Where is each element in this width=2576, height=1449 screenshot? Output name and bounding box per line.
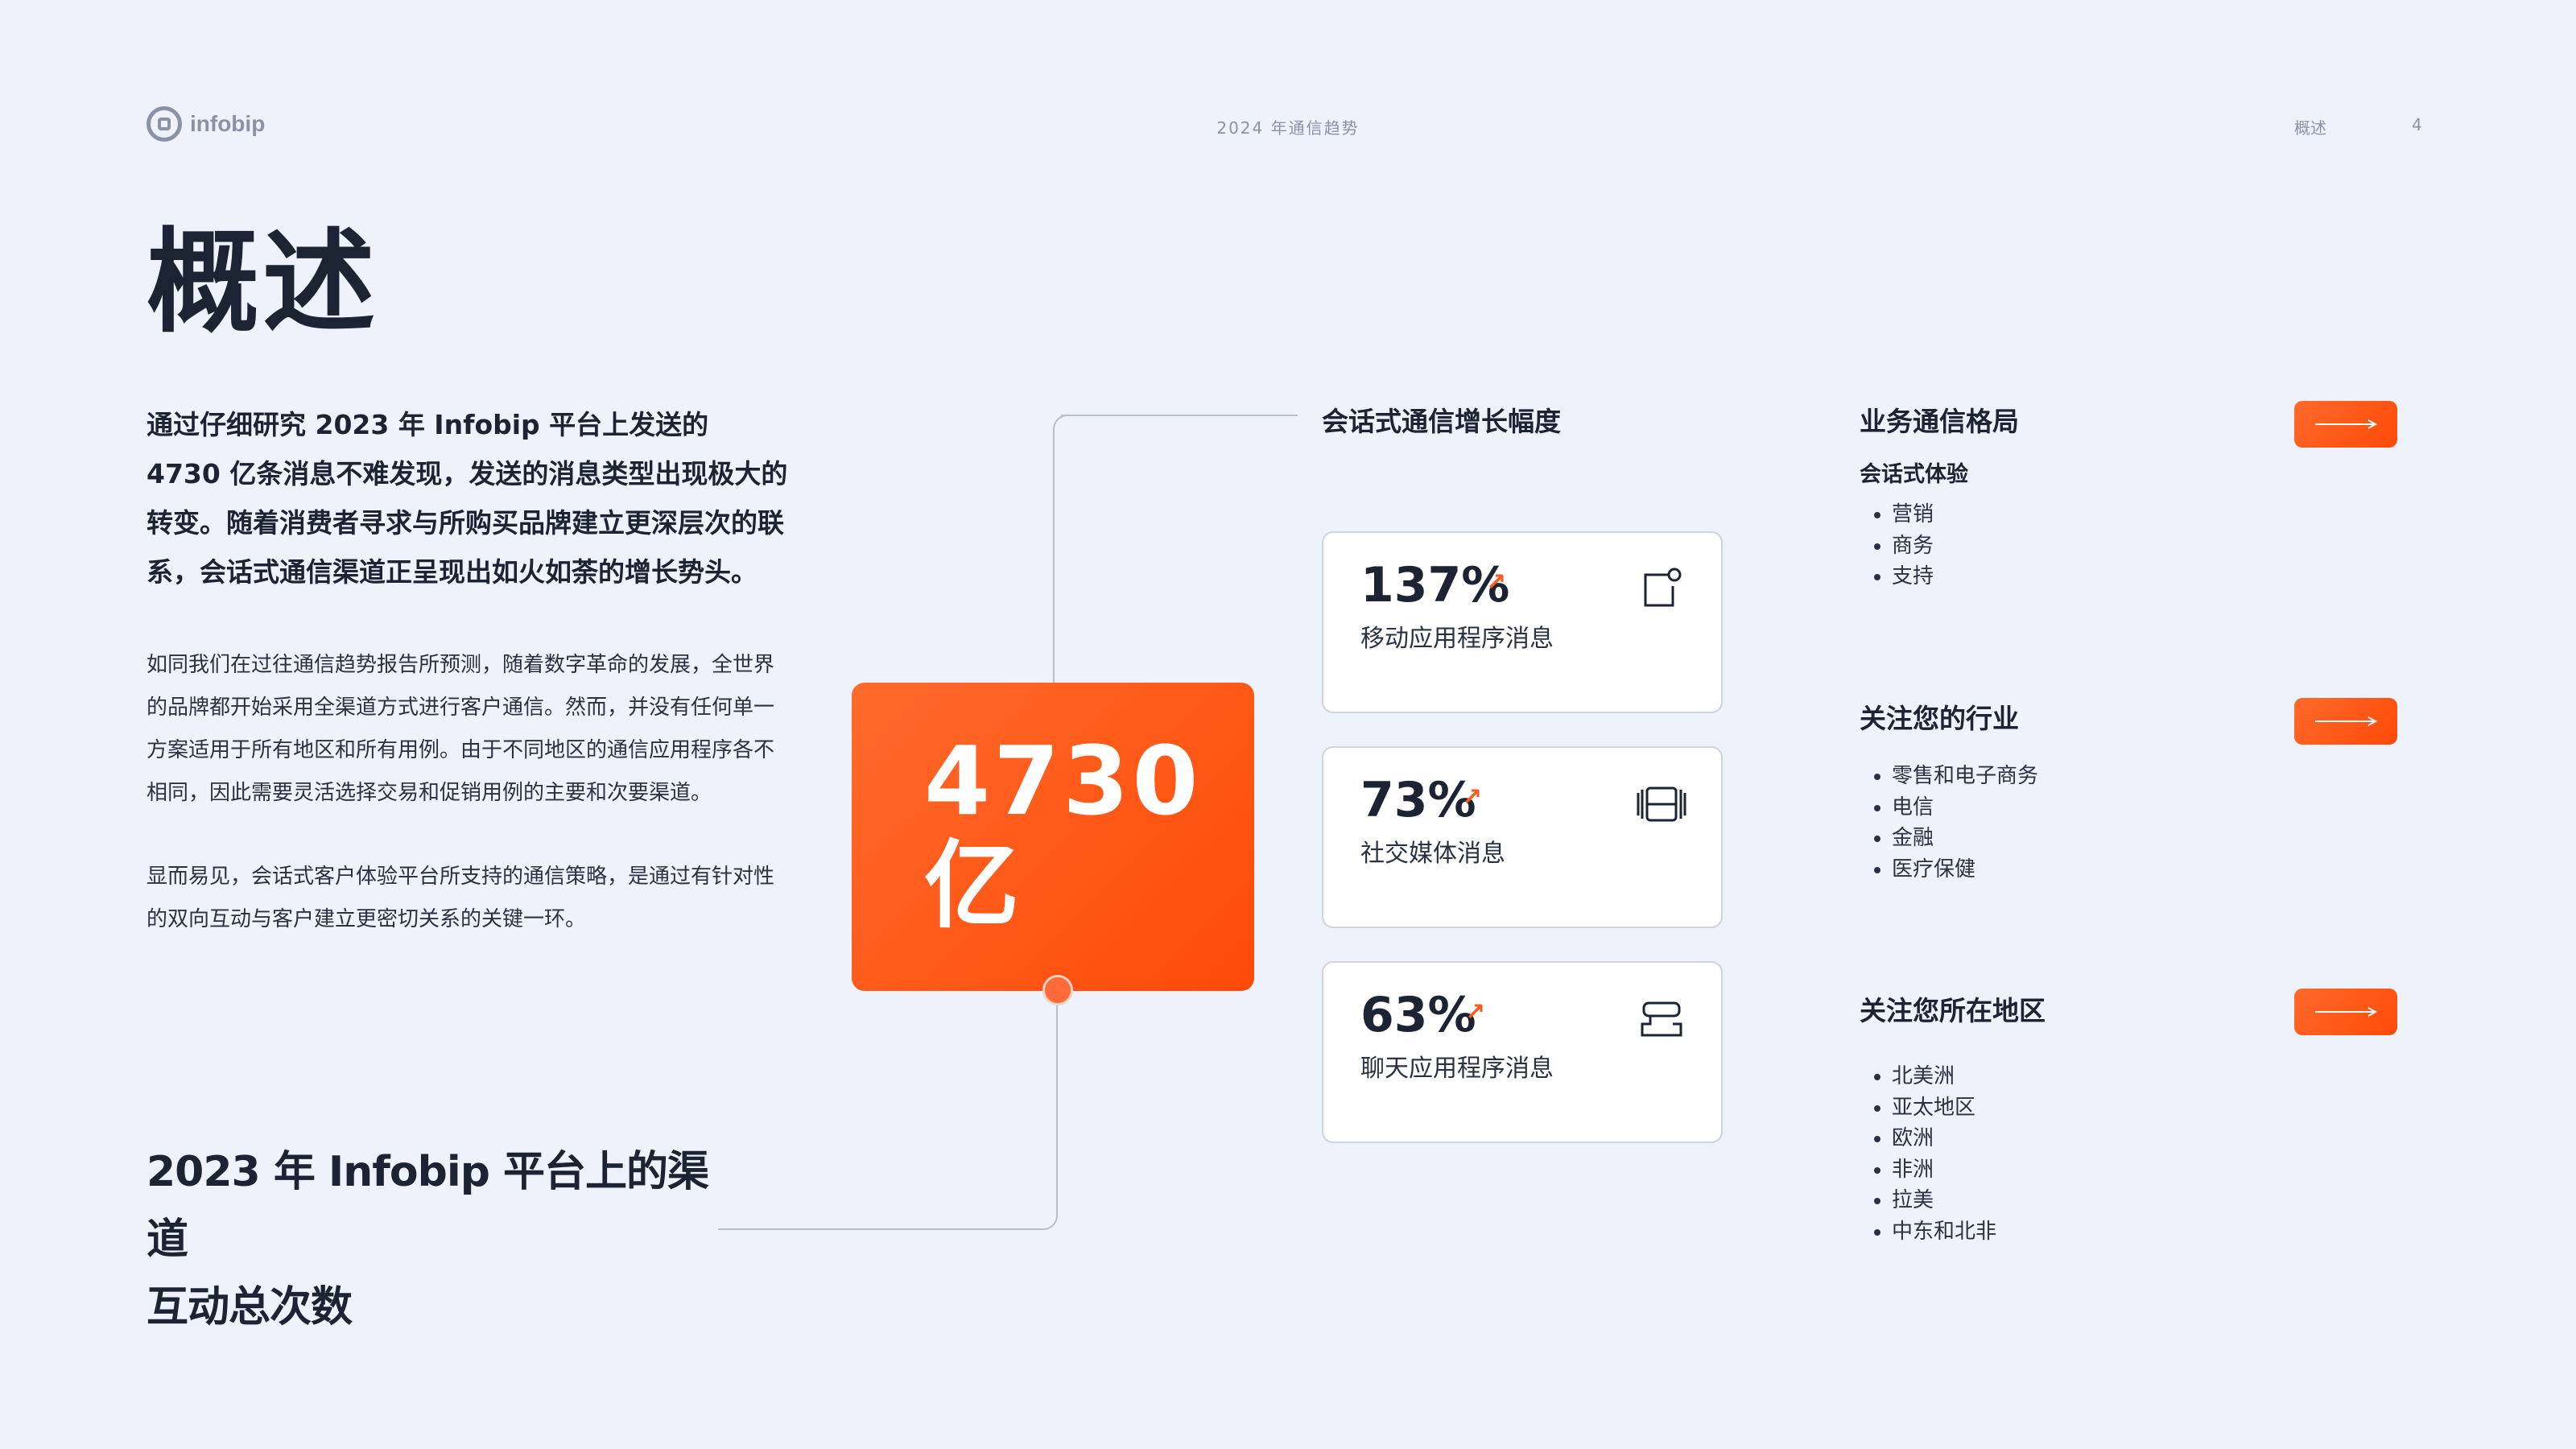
region-title: 关注您所在地区 (1860, 995, 2046, 1026)
connector-top-horizontal (1061, 415, 1298, 416)
connector-top-corner (1053, 415, 1069, 431)
infobip-logo-icon (147, 106, 182, 142)
label-line-2: 互动总次数 (147, 1283, 353, 1331)
total-number: 4730 (924, 725, 1202, 836)
list-item: 金融 (1892, 823, 2038, 854)
arrow-right-icon (2315, 1007, 2378, 1017)
business-landscape-subtitle: 会话式体验 (1860, 462, 1968, 487)
connector-top-vertical (1053, 429, 1055, 683)
industry-list: 零售和电子商务 电信 金融 医疗保健 (1860, 761, 2038, 885)
stat-card-social-media: 73% ↗ 社交媒体消息 (1322, 746, 1723, 928)
stat-value: 63% (1360, 987, 1476, 1043)
connector-dot (1042, 975, 1073, 1005)
connector-bottom-corner (1042, 1214, 1058, 1230)
arrow-right-icon (2315, 419, 2378, 429)
stat-label: 聊天应用程序消息 (1360, 1055, 1554, 1083)
stat-label: 移动应用程序消息 (1360, 625, 1554, 653)
business-landscape-list: 营销 商务 支持 (1860, 499, 1934, 592)
social-media-icon (1637, 786, 1686, 822)
mobile-app-icon (1644, 568, 1682, 607)
list-item: 北美洲 (1892, 1061, 1996, 1092)
logo-text: infobip (190, 111, 266, 136)
stat-card-mobile-app: 137% ↗ 移动应用程序消息 (1322, 531, 1723, 713)
list-item: 零售和电子商务 (1892, 761, 2038, 792)
report-title: 2024 年通信趋势 (1216, 118, 1360, 138)
list-item: 支持 (1892, 561, 1934, 592)
stat-value: 73% (1360, 772, 1476, 828)
stat-label: 社交媒体消息 (1360, 840, 1505, 868)
list-item: 欧洲 (1892, 1123, 1996, 1154)
stat-card-chat-app: 63% ↗ 聊天应用程序消息 (1322, 961, 1723, 1143)
body-paragraph-2: 显而易见，会话式客户体验平台所支持的通信策略，是通过有针对性的双向互动与客户建立… (147, 865, 775, 931)
channel-interactions-label: 2023 年 Infobip 平台上的渠道 互动总次数 (147, 1138, 726, 1341)
business-landscape-title: 业务通信格局 (1860, 406, 2019, 437)
arrow-right-icon (2315, 716, 2378, 726)
business-landscape-arrow-button[interactable] (2294, 401, 2397, 448)
list-item: 非洲 (1892, 1154, 1996, 1186)
page-number: 4 (2412, 115, 2422, 134)
list-item: 中东和北非 (1892, 1216, 1996, 1248)
region-list: 北美洲 亚太地区 欧洲 非洲 拉美 中东和北非 (1860, 1061, 1996, 1247)
page-title: 概述 (147, 217, 379, 349)
infobip-logo: infobip (147, 106, 265, 142)
list-item: 电信 (1892, 792, 2038, 824)
arrow-up-right-icon: ↗ (1486, 568, 1507, 597)
industry-arrow-button[interactable] (2294, 698, 2397, 745)
label-line-1: 2023 年 Infobip 平台上的渠道 (147, 1148, 709, 1264)
connector-bottom-horizontal (718, 1228, 1043, 1230)
chat-app-icon (1641, 1001, 1682, 1037)
region-arrow-button[interactable] (2294, 989, 2397, 1035)
growth-title: 会话式通信增长幅度 (1322, 406, 1561, 437)
list-item: 拉美 (1892, 1185, 1996, 1216)
body-paragraph-1: 如同我们在过往通信趋势报告所预测，随着数字革命的发展，全世界的品牌都开始采用全渠… (147, 653, 775, 805)
section-name: 概述 (2294, 118, 2326, 138)
connector-bottom-vertical (1056, 1005, 1058, 1214)
intro-paragraph: 通过仔细研究 2023 年 Infobip 平台上发送的 4730 亿条消息不难… (147, 409, 788, 588)
total-unit: 亿 (924, 830, 1023, 941)
industry-title: 关注您的行业 (1860, 703, 2019, 734)
arrow-up-right-icon: ↗ (1462, 783, 1483, 811)
list-item: 营销 (1892, 499, 1934, 530)
list-item: 亚太地区 (1892, 1092, 1996, 1124)
list-item: 医疗保健 (1892, 854, 2038, 886)
total-messages-value: 4730 亿 (924, 729, 1201, 938)
list-item: 商务 (1892, 530, 1934, 562)
arrow-up-right-icon: ↗ (1465, 998, 1486, 1026)
